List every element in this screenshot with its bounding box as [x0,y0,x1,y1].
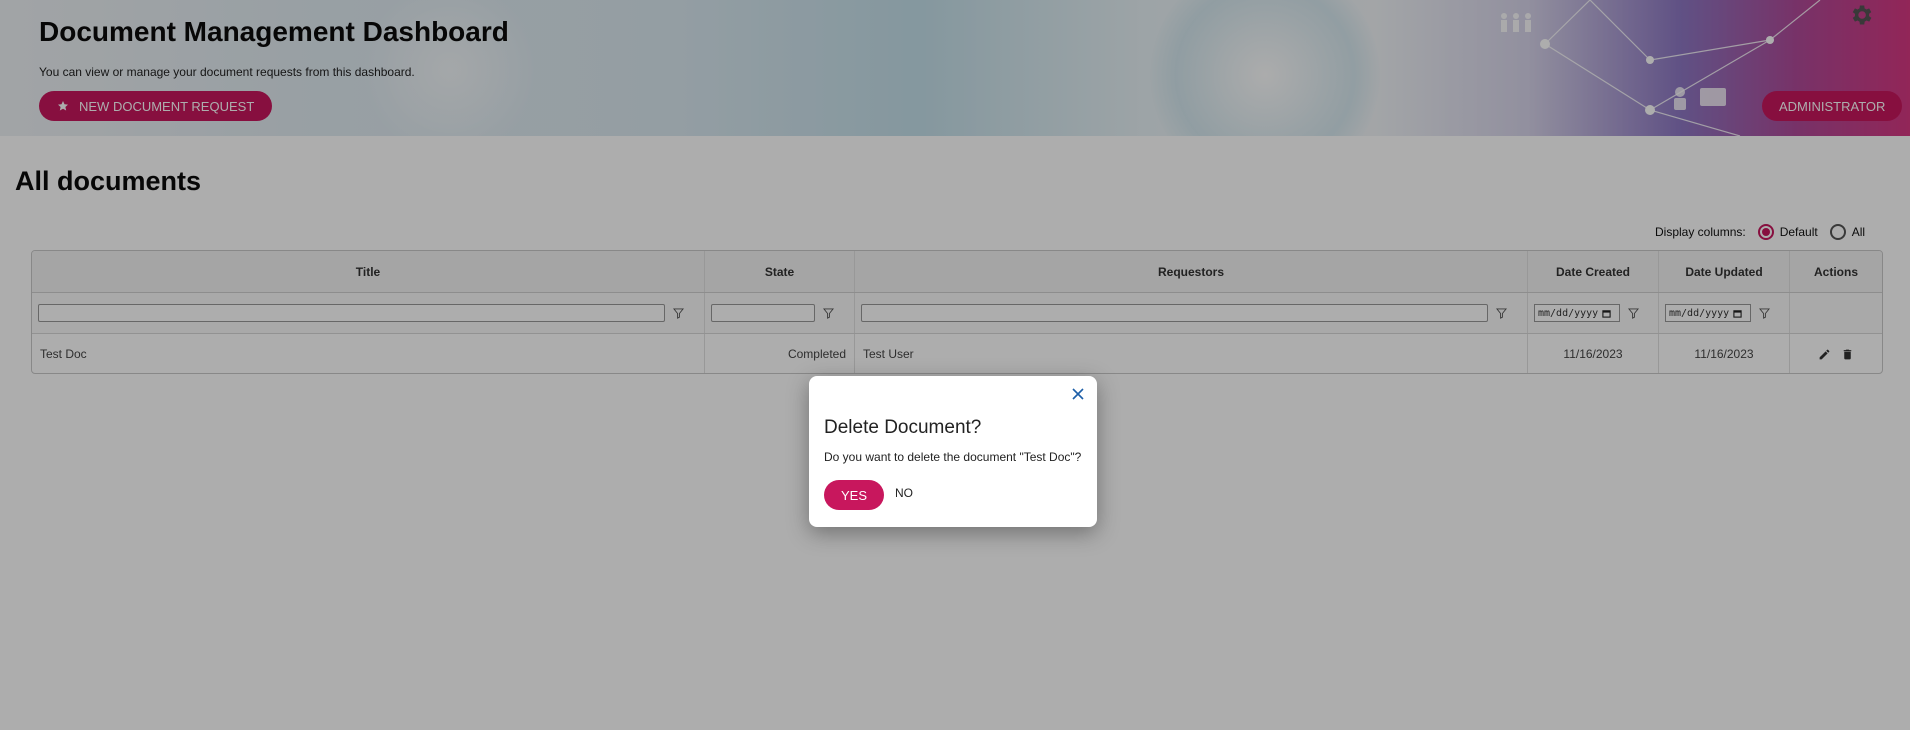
close-icon[interactable] [1071,387,1085,401]
no-button[interactable]: NO [895,486,913,500]
yes-button[interactable]: YES [824,480,884,510]
dialog-message: Do you want to delete the document "Test… [824,450,1082,464]
modal-overlay[interactable] [0,0,1910,730]
delete-confirm-dialog: Delete Document? Do you want to delete t… [809,376,1097,527]
dialog-title: Delete Document? [824,417,982,438]
